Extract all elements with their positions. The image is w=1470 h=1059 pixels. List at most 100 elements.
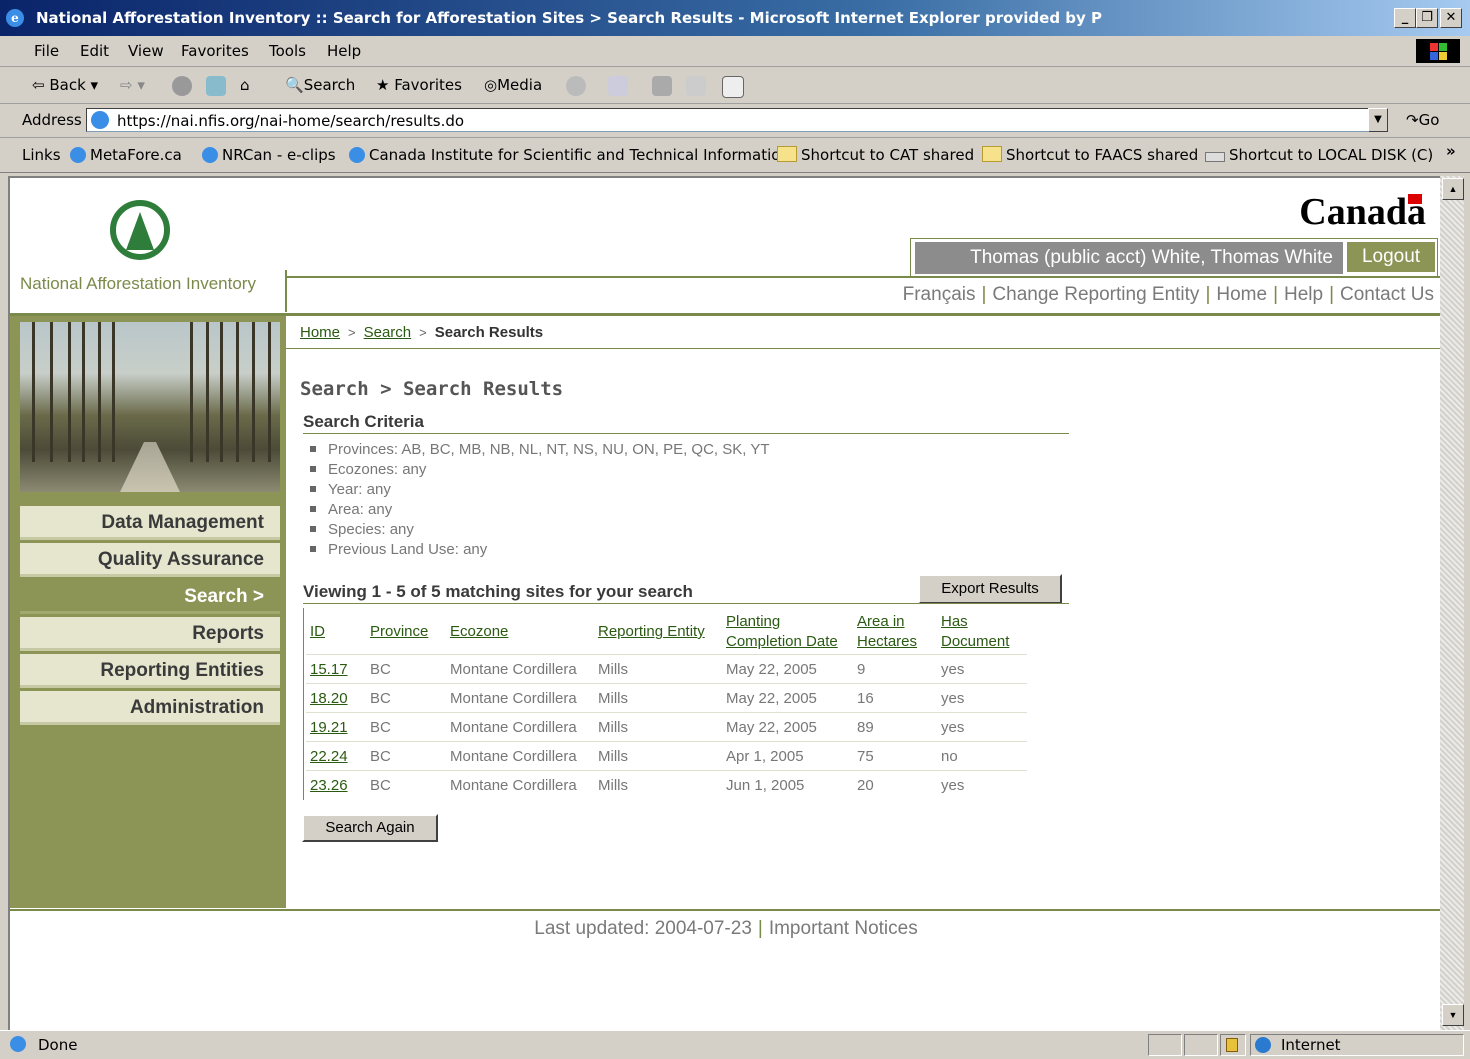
scroll-down-button[interactable]: ▼: [1442, 1004, 1464, 1026]
page-viewport: National Afforestation Inventory Canada …: [8, 176, 1442, 1030]
cell-province: BC: [366, 683, 446, 713]
breadcrumb-home[interactable]: Home: [300, 324, 340, 341]
link-francais[interactable]: Français: [903, 284, 976, 305]
col-has-document[interactable]: Has Document: [937, 610, 1027, 655]
col-id[interactable]: ID: [306, 610, 366, 655]
print-icon[interactable]: [652, 76, 672, 96]
site-id-link[interactable]: 22.24: [310, 748, 348, 765]
last-updated: Last updated: 2004-07-23: [534, 918, 752, 939]
link-cisti-label: Canada Institute for Scientific and Tech…: [369, 146, 790, 164]
go-button[interactable]: ↷Go: [1406, 111, 1439, 129]
link-faacs-shared-label: Shortcut to FAACS shared: [1006, 146, 1199, 164]
close-button[interactable]: ✕: [1440, 8, 1462, 28]
link-home[interactable]: Home: [1216, 284, 1267, 305]
menu-tools[interactable]: Tools: [269, 42, 306, 60]
nav-reports[interactable]: Reports: [20, 617, 280, 651]
canada-wordmark: Canada: [1299, 191, 1426, 233]
stop-icon[interactable]: [172, 76, 192, 96]
status-text: Done: [38, 1036, 78, 1054]
breadcrumb-separator: >: [419, 325, 427, 340]
links-overflow-chevron-icon[interactable]: »: [1446, 142, 1456, 160]
link-local-disk-label: Shortcut to LOCAL DISK (C): [1229, 146, 1434, 164]
link-change-reporting-entity[interactable]: Change Reporting Entity: [992, 284, 1199, 305]
search-again-button[interactable]: Search Again: [302, 814, 438, 842]
windows-logo-icon: [1416, 39, 1460, 63]
mail-icon[interactable]: [608, 76, 628, 96]
site-id-link[interactable]: 19.21: [310, 719, 348, 736]
address-dropdown-button[interactable]: ▼: [1368, 108, 1388, 132]
cell-date: May 22, 2005: [722, 683, 853, 713]
results-count: Viewing 1 - 5 of 5 matching sites for yo…: [303, 582, 693, 601]
menu-favorites[interactable]: Favorites: [181, 42, 249, 60]
col-area-in-hectares[interactable]: Area in Hectares: [853, 610, 937, 655]
link-nrcan-label: NRCan - e-clips: [222, 146, 336, 164]
back-button[interactable]: ⇦ Back ▾: [32, 76, 98, 94]
link-nrcan[interactable]: NRCan - e-clips: [202, 146, 336, 164]
col-reporting-entity[interactable]: Reporting Entity: [594, 610, 722, 655]
scroll-up-button[interactable]: ▲: [1442, 178, 1464, 200]
cell-province: BC: [366, 770, 446, 799]
nav-administration[interactable]: Administration: [20, 691, 280, 725]
page-icon: [91, 111, 109, 129]
site-id-link[interactable]: 18.20: [310, 690, 348, 707]
edit-icon[interactable]: [686, 76, 706, 96]
go-label: Go: [1418, 111, 1440, 129]
nav-quality-assurance[interactable]: Quality Assurance: [20, 543, 280, 577]
link-cisti[interactable]: Canada Institute for Scientific and Tech…: [349, 146, 790, 164]
cell-province: BC: [366, 654, 446, 684]
site-id-link[interactable]: 23.26: [310, 777, 348, 794]
forward-button[interactable]: ⇨ ▾: [120, 76, 145, 94]
menu-help[interactable]: Help: [327, 42, 361, 60]
cell-area: 89: [853, 712, 937, 742]
link-faacs-shared[interactable]: Shortcut to FAACS shared: [982, 146, 1198, 164]
home-icon[interactable]: ⌂: [240, 76, 250, 94]
nav-reporting-entities[interactable]: Reporting Entities: [20, 654, 280, 688]
vertical-scrollbar[interactable]: ▲ ▼: [1440, 176, 1464, 1030]
cell-has-document: yes: [937, 654, 1027, 684]
important-notices-link[interactable]: Important Notices: [769, 918, 918, 939]
col-ecozone[interactable]: Ecozone: [446, 610, 594, 655]
cell-has-document: yes: [937, 770, 1027, 799]
table-row: 15.17 BC Montane Cordillera Mills May 22…: [306, 654, 1027, 684]
address-label: Address: [22, 111, 82, 129]
search-button[interactable]: 🔍Search: [285, 76, 355, 94]
link-local-disk[interactable]: Shortcut to LOCAL DISK (C): [1205, 146, 1433, 164]
menu-file[interactable]: File: [34, 42, 59, 60]
lock-icon: [1226, 1038, 1238, 1052]
history-icon[interactable]: [566, 76, 586, 96]
site-id-link[interactable]: 15.17: [310, 661, 348, 678]
nav-data-management[interactable]: Data Management: [20, 506, 280, 540]
breadcrumb-search[interactable]: Search: [364, 324, 412, 341]
media-button[interactable]: ◎Media: [484, 76, 542, 94]
cell-reporting-entity: Mills: [594, 683, 722, 713]
favorites-button[interactable]: ★ Favorites: [376, 76, 462, 94]
nav-search[interactable]: Search >: [20, 580, 280, 614]
menu-edit[interactable]: Edit: [80, 42, 109, 60]
address-input[interactable]: https://nai.nfis.org/nai-home/search/res…: [86, 108, 1386, 132]
site-logo-text: National Afforestation Inventory: [20, 274, 256, 293]
ie-page-icon: [349, 147, 365, 163]
export-results-button[interactable]: Export Results: [918, 574, 1062, 604]
cell-reporting-entity: Mills: [594, 741, 722, 771]
cell-area: 75: [853, 741, 937, 771]
link-help[interactable]: Help: [1284, 284, 1323, 305]
discuss-icon[interactable]: [722, 76, 744, 98]
menu-view[interactable]: View: [128, 42, 164, 60]
window-titlebar[interactable]: e National Afforestation Inventory :: Se…: [0, 0, 1470, 36]
link-metafore-label: MetaFore.ca: [90, 146, 182, 164]
table-left-border: [303, 608, 304, 800]
minimize-button[interactable]: _: [1394, 8, 1416, 28]
refresh-icon[interactable]: [206, 76, 226, 96]
cell-has-document: yes: [937, 712, 1027, 742]
restore-button[interactable]: ❐: [1416, 8, 1438, 28]
col-planting-completion-date[interactable]: Planting Completion Date: [722, 610, 853, 655]
logout-button[interactable]: Logout: [1347, 242, 1435, 272]
col-province[interactable]: Province: [366, 610, 446, 655]
link-cat-shared[interactable]: Shortcut to CAT shared: [777, 146, 974, 164]
search-label: Search: [303, 76, 356, 94]
cell-has-document: yes: [937, 683, 1027, 713]
link-contact-us[interactable]: Contact Us: [1340, 284, 1434, 305]
cell-date: May 22, 2005: [722, 654, 853, 684]
link-metafore[interactable]: MetaFore.ca: [70, 146, 182, 164]
breadcrumb-separator: >: [348, 325, 356, 340]
